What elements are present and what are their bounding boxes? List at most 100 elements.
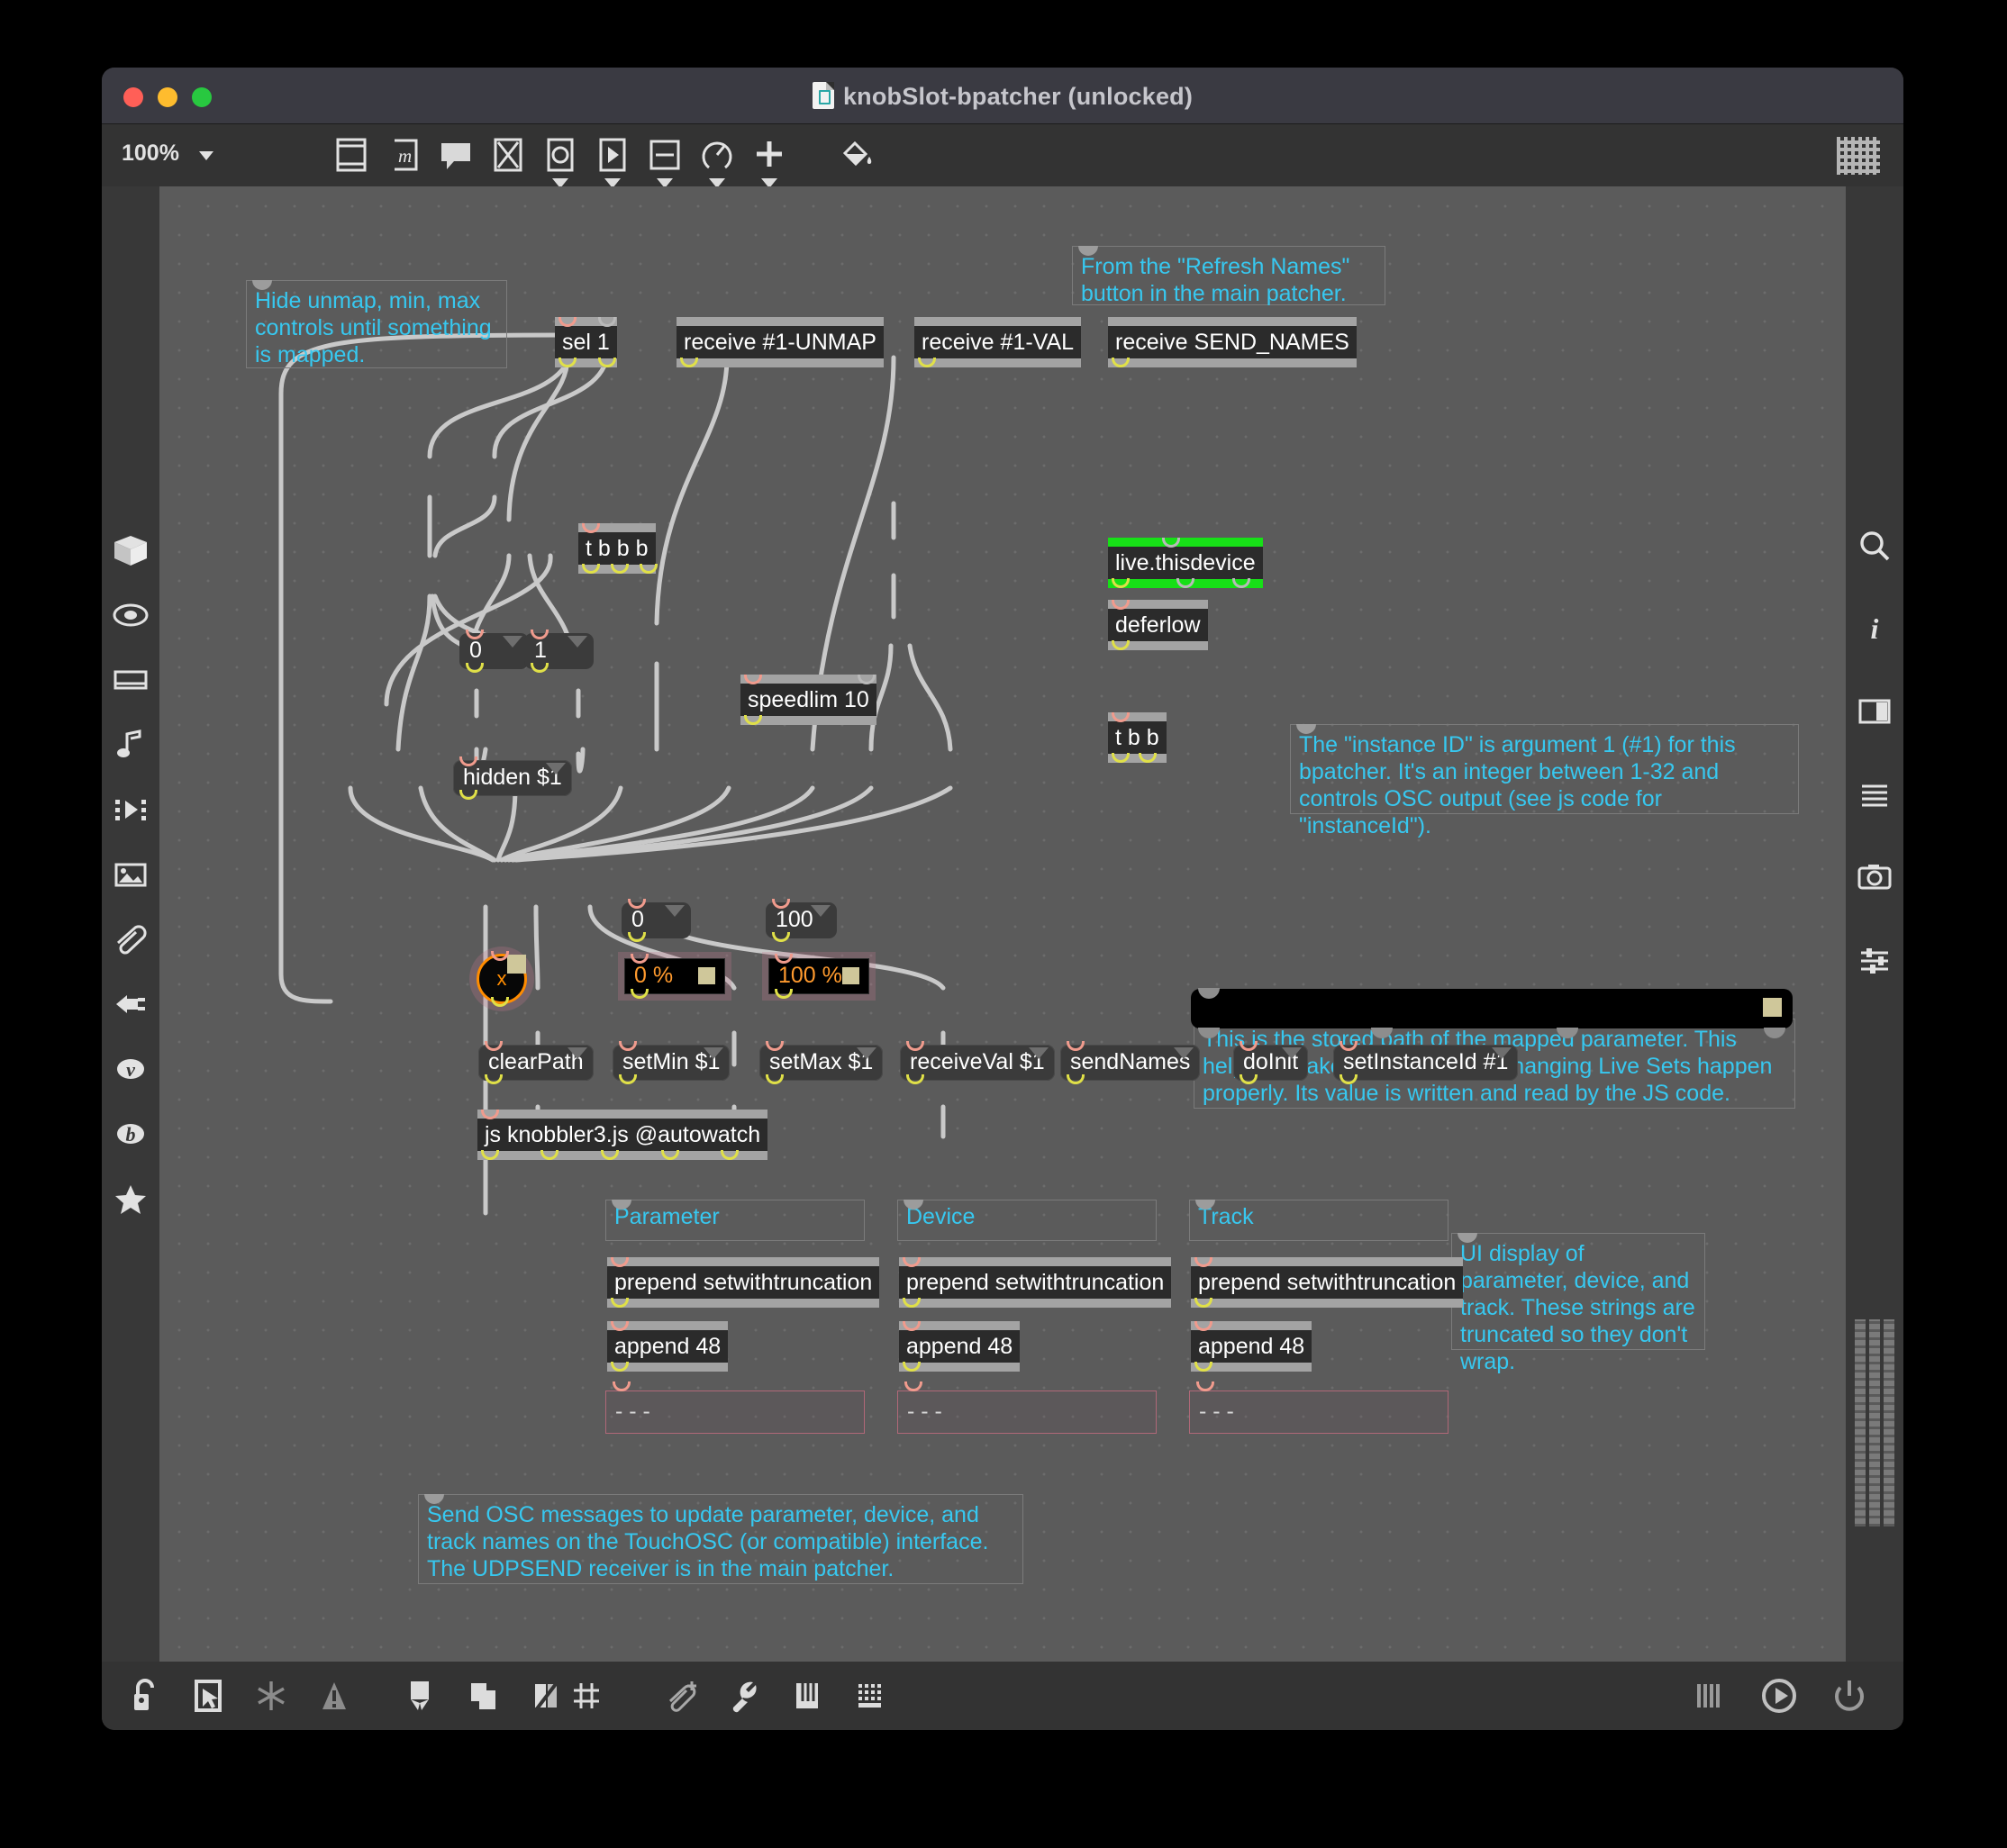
- edit-cursor-icon[interactable]: [185, 1672, 232, 1719]
- inlet[interactable]: [613, 1381, 631, 1391]
- toggle-icon[interactable]: [486, 133, 530, 177]
- info-icon[interactable]: i: [1853, 607, 1896, 650]
- display-track-name[interactable]: - - -: [1189, 1391, 1448, 1434]
- sidebar-attachment-icon[interactable]: [109, 918, 152, 961]
- outlet[interactable]: [775, 989, 793, 999]
- meters-icon[interactable]: [1684, 1672, 1730, 1719]
- object-append-track[interactable]: append 48: [1191, 1330, 1312, 1363]
- object-live-thisdevice[interactable]: live.thisdevice: [1108, 547, 1263, 579]
- object-prepend-parameter[interactable]: prepend setwithtruncation: [607, 1266, 879, 1299]
- attach-file-icon[interactable]: [658, 1672, 704, 1719]
- live-numbox-handle[interactable]: [698, 967, 715, 984]
- paint-bucket-icon[interactable]: [833, 133, 876, 177]
- stored-path-textbox[interactable]: [1191, 989, 1793, 1028]
- zoom-level-label[interactable]: 100%: [122, 140, 179, 167]
- button-icon[interactable]: [539, 133, 582, 177]
- sidebar-favorites-icon[interactable]: [109, 1177, 152, 1220]
- list-icon[interactable]: [1853, 773, 1896, 816]
- message-hidden[interactable]: hidden $1: [453, 760, 572, 796]
- outlet[interactable]: [628, 932, 646, 942]
- message-do-init[interactable]: doInit: [1233, 1045, 1308, 1081]
- outlet[interactable]: [772, 932, 790, 942]
- zoom-dropdown-caret-icon[interactable]: [199, 151, 213, 160]
- outlet[interactable]: [466, 663, 484, 673]
- inlet[interactable]: [904, 1381, 922, 1391]
- display-device-name[interactable]: - - -: [897, 1391, 1157, 1434]
- play-icon[interactable]: [1756, 1672, 1803, 1719]
- wrench-icon[interactable]: [721, 1672, 767, 1719]
- object-prepend-track[interactable]: prepend setwithtruncation: [1191, 1266, 1463, 1299]
- comment-send-osc[interactable]: Send OSC messages to update parameter, d…: [418, 1494, 1023, 1584]
- outlet[interactable]: [619, 1074, 637, 1084]
- patcher-canvas[interactable]: Hide unmap, min, max controls until some…: [159, 186, 1846, 1662]
- sidebar-beap-b-icon[interactable]: b: [109, 1112, 152, 1155]
- dial-icon[interactable]: [695, 133, 739, 177]
- object-speedlim[interactable]: speedlim 10: [740, 684, 876, 716]
- sidebar-vizzie-v-icon[interactable]: v: [109, 1047, 152, 1091]
- sidebar-image-icon[interactable]: [109, 853, 152, 896]
- copies-icon[interactable]: [459, 1672, 506, 1719]
- power-icon[interactable]: [1826, 1672, 1873, 1719]
- outlet[interactable]: [491, 997, 509, 1007]
- inlet[interactable]: [1196, 1381, 1214, 1391]
- max-object-icon[interactable]: m: [382, 133, 425, 177]
- message-receive-val[interactable]: receiveVal $1: [900, 1045, 1055, 1081]
- snapshot-icon[interactable]: [1853, 856, 1896, 899]
- presentation-mode-icon[interactable]: [330, 133, 373, 177]
- outlet[interactable]: [766, 1074, 784, 1084]
- unlock-icon[interactable]: [122, 1672, 168, 1719]
- live-numbox-min-pct[interactable]: 0 %: [624, 958, 725, 994]
- comment-hide-unmap[interactable]: Hide unmap, min, max controls until some…: [246, 280, 507, 368]
- object-deferlow[interactable]: deferlow: [1108, 609, 1208, 641]
- outlet[interactable]: [485, 1074, 503, 1084]
- sidebar-bpatcher-icon[interactable]: [109, 658, 152, 702]
- message-set-instance-id[interactable]: setInstanceId #1: [1333, 1045, 1518, 1081]
- object-js-knobbler[interactable]: js knobbler3.js @autowatch: [477, 1119, 767, 1151]
- panels-icon[interactable]: [1853, 690, 1896, 733]
- message-zero[interactable]: 0: [459, 633, 529, 669]
- number-box-max[interactable]: 100: [766, 902, 837, 938]
- grid-snap-icon[interactable]: [563, 1672, 610, 1719]
- snowflake-icon[interactable]: [248, 1672, 295, 1719]
- comment-ui-display[interactable]: UI display of parameter, device, and tra…: [1451, 1233, 1705, 1350]
- live-numbox-max-pct[interactable]: 100 %: [768, 958, 869, 994]
- outlet[interactable]: [631, 989, 649, 999]
- keyboard-icon[interactable]: [847, 1672, 894, 1719]
- sidebar-vizzie-icon[interactable]: [109, 593, 152, 637]
- object-receive-val[interactable]: receive #1-VAL: [914, 326, 1081, 358]
- inlet[interactable]: [1198, 988, 1220, 999]
- object-trigger-b-b-b[interactable]: t b b b: [578, 532, 656, 565]
- sidebar-audio-icon[interactable]: [109, 723, 152, 766]
- number-box-min[interactable]: 0: [622, 902, 691, 938]
- live-numbox-handle[interactable]: [842, 967, 859, 984]
- object-append-parameter[interactable]: append 48: [607, 1330, 728, 1363]
- object-trigger-b-b[interactable]: t b b: [1108, 721, 1167, 754]
- object-receive-send-names[interactable]: receive SEND_NAMES: [1108, 326, 1357, 358]
- sidebar-plugin-icon[interactable]: [109, 983, 152, 1026]
- outlet[interactable]: [459, 790, 477, 800]
- message-icon[interactable]: [591, 133, 634, 177]
- object-receive-unmap[interactable]: receive #1-UNMAP: [677, 326, 884, 358]
- display-parameter-name[interactable]: - - -: [605, 1391, 865, 1434]
- number-icon[interactable]: [643, 133, 686, 177]
- outlet[interactable]: [531, 663, 549, 673]
- live-toggle-handle[interactable]: [507, 955, 526, 974]
- sidebar-packages-icon[interactable]: [109, 529, 152, 572]
- sidebar-video-icon[interactable]: [109, 788, 152, 831]
- search-icon[interactable]: [1853, 524, 1896, 567]
- parameters-icon[interactable]: [1853, 938, 1896, 982]
- message-set-max[interactable]: setMax $1: [759, 1045, 883, 1081]
- grid-icon[interactable]: [1837, 137, 1880, 175]
- stored-path-handle[interactable]: [1763, 998, 1782, 1017]
- pin-icon[interactable]: [396, 1672, 443, 1719]
- outlet[interactable]: [906, 1074, 924, 1084]
- object-prepend-device[interactable]: prepend setwithtruncation: [899, 1266, 1171, 1299]
- label-parameter[interactable]: Parameter: [605, 1200, 865, 1241]
- message-set-min[interactable]: setMin $1: [613, 1045, 730, 1081]
- comment-icon[interactable]: [434, 133, 477, 177]
- comment-refresh-names[interactable]: From the "Refresh Names" button in the m…: [1072, 246, 1385, 305]
- warning-icon[interactable]: [311, 1672, 358, 1719]
- label-track[interactable]: Track: [1189, 1200, 1448, 1241]
- label-device[interactable]: Device: [897, 1200, 1157, 1241]
- message-one[interactable]: 1: [524, 633, 594, 669]
